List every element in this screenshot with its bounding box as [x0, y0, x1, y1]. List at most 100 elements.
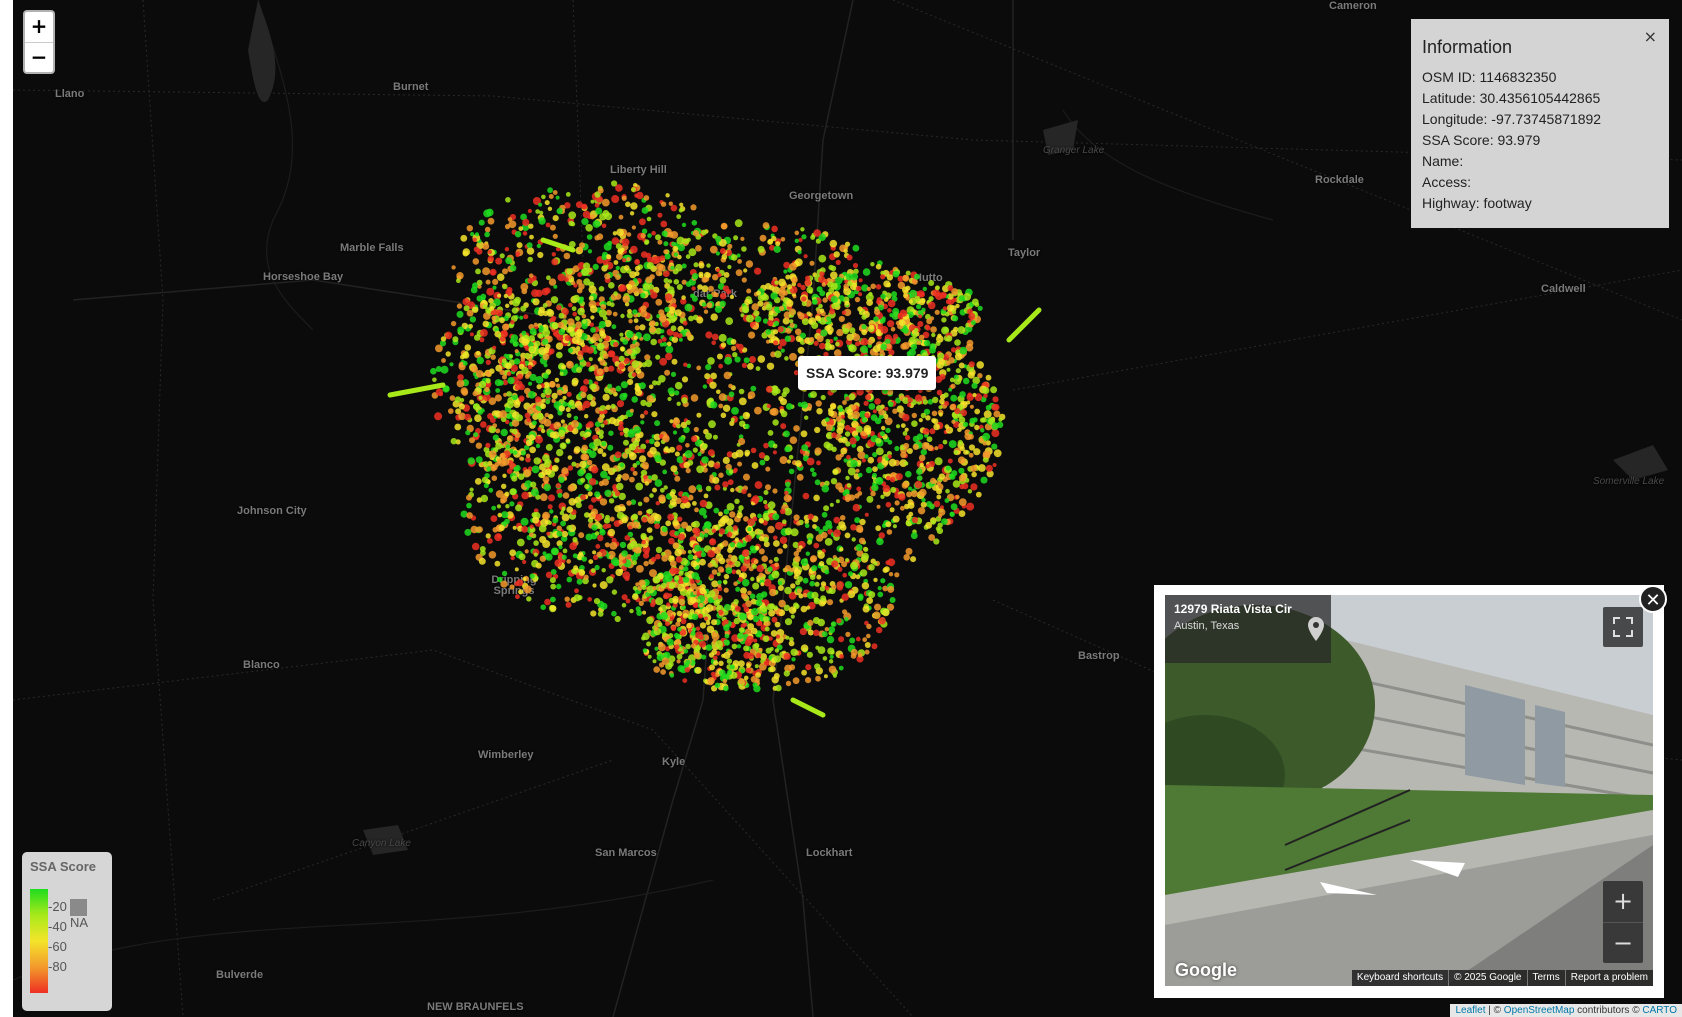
ssa-point[interactable]	[970, 465, 978, 472]
ssa-point[interactable]	[566, 268, 573, 275]
ssa-point[interactable]	[711, 546, 716, 551]
ssa-point[interactable]	[913, 273, 920, 280]
ssa-point[interactable]	[719, 300, 726, 307]
ssa-point[interactable]	[482, 461, 489, 468]
ssa-point[interactable]	[678, 208, 684, 213]
close-icon[interactable]: ×	[1644, 27, 1657, 46]
ssa-point[interactable]	[474, 478, 482, 485]
ssa-point[interactable]	[600, 470, 608, 479]
ssa-point[interactable]	[488, 487, 494, 493]
ssa-point[interactable]	[668, 315, 677, 323]
ssa-point[interactable]	[647, 654, 652, 659]
ssa-point[interactable]	[722, 579, 728, 584]
ssa-point[interactable]	[683, 362, 688, 367]
ssa-point[interactable]	[531, 289, 539, 298]
ssa-point[interactable]	[735, 269, 743, 277]
ssa-point[interactable]	[581, 323, 588, 330]
ssa-point[interactable]	[612, 311, 618, 317]
ssa-point[interactable]	[762, 616, 769, 623]
ssa-point[interactable]	[800, 644, 809, 652]
ssa-point[interactable]	[731, 407, 739, 415]
ssa-point[interactable]	[646, 641, 652, 647]
ssa-point[interactable]	[656, 380, 661, 386]
ssa-point[interactable]	[911, 420, 918, 428]
ssa-point[interactable]	[886, 475, 891, 481]
ssa-point[interactable]	[654, 626, 659, 631]
ssa-point[interactable]	[806, 286, 814, 294]
ssa-point[interactable]	[709, 573, 715, 579]
ssa-point[interactable]	[817, 618, 825, 627]
ssa-point[interactable]	[722, 540, 729, 547]
ssa-point[interactable]	[485, 442, 491, 448]
ssa-point[interactable]	[692, 555, 698, 560]
ssa-point[interactable]	[814, 581, 820, 587]
ssa-point[interactable]	[790, 528, 799, 537]
ssa-point[interactable]	[579, 296, 584, 302]
ssa-point[interactable]	[507, 377, 515, 385]
ssa-point[interactable]	[857, 451, 866, 460]
ssa-point[interactable]	[796, 588, 802, 594]
ssa-point[interactable]	[681, 376, 689, 383]
ssa-point[interactable]	[608, 365, 615, 372]
ssa-point[interactable]	[573, 565, 579, 571]
ssa-point[interactable]	[637, 510, 643, 516]
ssa-point[interactable]	[538, 524, 547, 533]
ssa-point[interactable]	[605, 309, 612, 316]
ssa-point[interactable]	[709, 664, 715, 671]
ssa-point[interactable]	[866, 495, 874, 503]
ssa-point[interactable]	[831, 584, 837, 590]
ssa-point[interactable]	[640, 532, 647, 540]
ssa-point[interactable]	[667, 513, 675, 521]
ssa-point[interactable]	[948, 387, 953, 392]
ssa-point[interactable]	[723, 272, 730, 278]
ssa-point[interactable]	[570, 420, 579, 428]
ssa-point[interactable]	[604, 212, 613, 221]
ssa-point[interactable]	[876, 504, 881, 509]
ssa-point[interactable]	[903, 442, 910, 449]
ssa-point[interactable]	[794, 238, 799, 243]
ssa-point[interactable]	[501, 458, 510, 466]
ssa-point[interactable]	[502, 374, 507, 380]
ssa-point[interactable]	[599, 581, 608, 590]
ssa-point[interactable]	[454, 423, 462, 431]
ssa-point[interactable]	[579, 460, 587, 469]
ssa-point[interactable]	[778, 289, 786, 297]
ssa-point[interactable]	[872, 466, 878, 472]
ssa-point[interactable]	[880, 343, 887, 350]
ssa-point[interactable]	[766, 603, 775, 611]
ssa-point[interactable]	[576, 279, 583, 285]
ssa-point[interactable]	[860, 345, 868, 354]
ssa-point[interactable]	[622, 559, 627, 564]
ssa-point[interactable]	[674, 531, 680, 536]
ssa-point[interactable]	[533, 552, 538, 557]
ssa-point[interactable]	[661, 554, 669, 562]
ssa-point[interactable]	[590, 315, 595, 320]
ssa-point[interactable]	[768, 609, 775, 617]
ssa-point[interactable]	[703, 521, 711, 529]
ssa-point[interactable]	[788, 308, 796, 316]
ssa-point[interactable]	[664, 306, 670, 313]
ssa-point[interactable]	[854, 296, 861, 303]
ssa-point[interactable]	[868, 564, 875, 571]
ssa-point[interactable]	[497, 459, 502, 465]
ssa-point[interactable]	[783, 670, 790, 677]
ssa-point[interactable]	[773, 320, 780, 327]
ssa-point[interactable]	[537, 251, 544, 259]
ssa-point[interactable]	[718, 472, 724, 478]
ssa-point[interactable]	[855, 574, 861, 580]
ssa-point[interactable]	[475, 442, 483, 449]
ssa-point[interactable]	[817, 551, 825, 559]
ssa-point[interactable]	[581, 267, 590, 276]
ssa-point[interactable]	[659, 342, 665, 347]
ssa-point[interactable]	[686, 622, 692, 629]
ssa-point[interactable]	[667, 396, 672, 402]
ssa-point[interactable]	[604, 542, 611, 548]
ssa-point[interactable]	[544, 200, 550, 206]
ssa-point[interactable]	[734, 219, 743, 228]
ssa-point[interactable]	[659, 315, 667, 323]
ssa-point[interactable]	[963, 449, 969, 455]
ssa-point[interactable]	[819, 586, 826, 592]
ssa-point[interactable]	[542, 540, 551, 548]
ssa-point[interactable]	[631, 372, 637, 378]
ssa-point[interactable]	[495, 257, 503, 265]
